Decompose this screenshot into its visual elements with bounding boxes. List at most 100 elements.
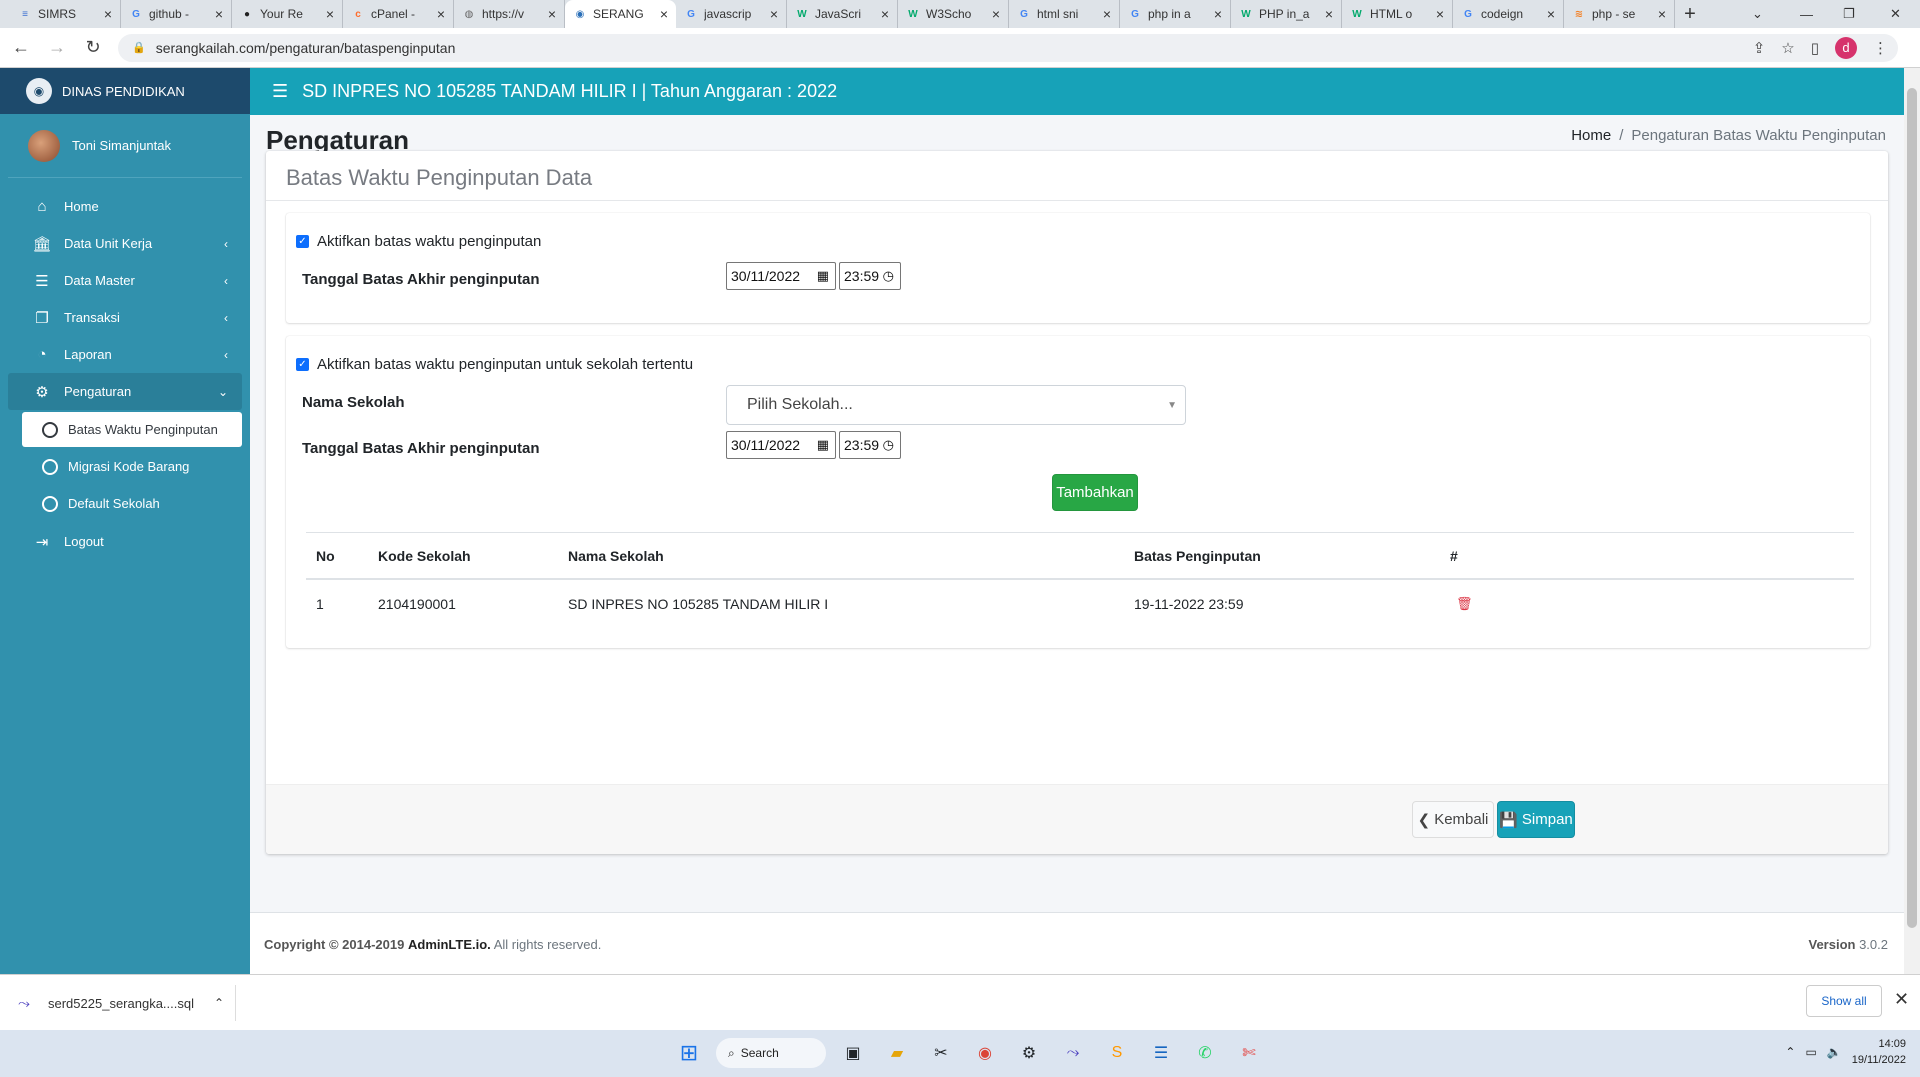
new-tab-button[interactable]: + — [1675, 0, 1705, 28]
clock-icon[interactable]: ◷ — [883, 268, 894, 284]
sidebar-item-pengaturan[interactable]: ⚙ Pengaturan ⌄ — [8, 373, 242, 410]
brand-link[interactable]: ◉ DINAS PENDIDIKAN — [0, 68, 250, 114]
browser-tab[interactable]: ≋ php - se × — [1564, 0, 1675, 28]
tab-close-icon[interactable]: × — [770, 6, 778, 22]
browser-tab[interactable]: ◉ SERANG × — [565, 0, 676, 28]
snipping-tool-icon[interactable]: ✄ — [1232, 1036, 1266, 1070]
tab-close-icon[interactable]: × — [1103, 6, 1111, 22]
browser-tab[interactable]: ≡ SIMRS × — [10, 0, 121, 28]
calendar-icon[interactable]: ▦ — [817, 437, 829, 453]
browser-tab[interactable]: Ghtml sni × — [1009, 0, 1120, 28]
minimize-icon[interactable]: — — [1800, 0, 1813, 28]
global-date-input[interactable]: 30/11/2022 ▦ — [726, 262, 836, 290]
network-app-icon[interactable]: ⚙ — [1012, 1036, 1046, 1070]
tools-app-icon[interactable]: ✂ — [924, 1036, 958, 1070]
whatsapp-icon[interactable]: ✆ — [1188, 1036, 1222, 1070]
hamburger-menu-icon[interactable]: ☰ — [272, 81, 288, 102]
tab-close-icon[interactable]: × — [548, 6, 556, 22]
windows-start-icon[interactable]: ⊞ — [672, 1036, 706, 1070]
tab-close-icon[interactable]: × — [1436, 6, 1444, 22]
chevron-up-icon[interactable]: ⌃ — [1785, 1045, 1795, 1059]
school-select[interactable]: Pilih Sekolah... ▼ — [726, 385, 1186, 425]
scrollbar-thumb[interactable] — [1907, 88, 1917, 928]
display-icon[interactable]: ▭ — [1805, 1045, 1816, 1059]
chrome-icon[interactable]: ◉ — [968, 1036, 1002, 1070]
tab-close-icon[interactable]: × — [992, 6, 1000, 22]
browser-tab[interactable]: Gjavascrip × — [676, 0, 787, 28]
forward-icon[interactable]: → — [42, 33, 72, 63]
tab-close-icon[interactable]: × — [660, 6, 668, 22]
sidebar-item-transaksi[interactable]: ❐ Transaksi ‹ — [8, 299, 242, 336]
volume-icon[interactable]: 🔈 — [1827, 1045, 1842, 1059]
browser-tab[interactable]: W HTML o × — [1342, 0, 1453, 28]
tab-close-icon[interactable]: × — [437, 6, 445, 22]
browser-menu-icon[interactable]: ⋮ — [1873, 39, 1888, 57]
download-item[interactable]: ⤳ serd5225_serangka....sql ⌃ — [14, 985, 236, 1021]
bookmark-star-icon[interactable]: ☆ — [1781, 39, 1794, 57]
close-download-bar-icon[interactable]: ✕ — [1894, 989, 1909, 1010]
breadcrumb-home-link[interactable]: Home — [1571, 127, 1611, 144]
tab-close-icon[interactable]: × — [881, 6, 889, 22]
browser-tab[interactable]: Ggithub - × — [121, 0, 232, 28]
user-name[interactable]: Toni Simanjuntak — [72, 138, 171, 153]
school-deadline-checkbox[interactable]: ✓ — [296, 358, 309, 371]
global-deadline-checkbox[interactable]: ✓ — [296, 235, 309, 248]
restore-icon[interactable]: ❐ — [1843, 0, 1855, 28]
global-time-input[interactable]: 23:59 ◷ — [839, 262, 901, 290]
browser-tab[interactable]: Gphp in a × — [1120, 0, 1231, 28]
tab-close-icon[interactable]: × — [1214, 6, 1222, 22]
tab-close-icon[interactable]: × — [1658, 6, 1666, 22]
add-button[interactable]: Tambahkan — [1052, 474, 1138, 511]
browser-tab[interactable]: ● Your Re × — [232, 0, 343, 28]
sidebar-subitem-batas-waktu-penginputan[interactable]: Batas Waktu Penginputan — [22, 412, 242, 447]
global-deadline-checkbox-row[interactable]: ✓ Aktifkan batas waktu penginputan — [296, 233, 541, 250]
clock[interactable]: 14:09 19/11/2022 — [1852, 1036, 1906, 1068]
profile-avatar[interactable]: d — [1835, 36, 1857, 59]
school-deadline-checkbox-row[interactable]: ✓ Aktifkan batas waktu penginputan untuk… — [296, 356, 693, 373]
sidebar-subitem-default-sekolah[interactable]: Default Sekolah — [22, 486, 242, 521]
share-icon[interactable]: ⇪ — [1753, 39, 1766, 57]
clock-icon[interactable]: ◷ — [883, 437, 894, 453]
taskbar-search[interactable]: ⌕ Search — [716, 1038, 826, 1068]
show-all-button[interactable]: Show all — [1806, 985, 1882, 1017]
lock-icon[interactable]: 🔒 — [132, 41, 146, 54]
close-window-icon[interactable]: ✕ — [1890, 0, 1901, 28]
user-panel[interactable]: Toni Simanjuntak — [8, 114, 242, 178]
back-icon[interactable]: ← — [6, 33, 36, 63]
sidebar-item-home[interactable]: ⌂ Home — [8, 188, 242, 225]
calendar-icon[interactable]: ▦ — [817, 268, 829, 284]
sublime-text-icon[interactable]: S — [1100, 1036, 1134, 1070]
sidebar-subitem-migrasi-kode-barang[interactable]: Migrasi Kode Barang — [22, 449, 242, 484]
sidebar-item-data-master[interactable]: ☰ Data Master ‹ — [8, 262, 242, 299]
browser-tab[interactable]: W W3Scho × — [898, 0, 1009, 28]
trash-icon[interactable]: 🗑 — [1456, 596, 1473, 612]
tab-search-icon[interactable]: ⌄ — [1752, 0, 1763, 28]
tab-close-icon[interactable]: × — [1547, 6, 1555, 22]
database-app-icon[interactable]: ⤳ — [1056, 1036, 1090, 1070]
browser-tab[interactable]: c cPanel - × — [343, 0, 454, 28]
school-date-input[interactable]: 30/11/2022 ▦ — [726, 431, 836, 459]
save-button[interactable]: 💾 Simpan — [1497, 801, 1575, 838]
browser-tab[interactable]: ◍ https://v × — [454, 0, 565, 28]
back-button[interactable]: ❮ Kembali — [1412, 801, 1494, 838]
tab-close-icon[interactable]: × — [104, 6, 112, 22]
tab-close-icon[interactable]: × — [326, 6, 334, 22]
copyright-brand-link[interactable]: AdminLTE.io. — [408, 937, 491, 952]
chevron-up-icon[interactable]: ⌃ — [214, 996, 224, 1010]
sidebar-item-logout[interactable]: ⇥ Logout — [8, 523, 242, 560]
browser-tab[interactable]: W JavaScri × — [787, 0, 898, 28]
delete-row-button[interactable]: 🗑 — [1456, 580, 1473, 628]
global-deadline-checkbox-label[interactable]: Aktifkan batas waktu penginputan — [317, 233, 541, 250]
task-view-icon[interactable]: ▣ — [836, 1036, 870, 1070]
tab-close-icon[interactable]: × — [1325, 6, 1333, 22]
side-panel-icon[interactable]: ▯ — [1811, 39, 1819, 57]
school-time-input[interactable]: 23:59 ◷ — [839, 431, 901, 459]
file-explorer-icon[interactable]: ▰ — [880, 1036, 914, 1070]
reload-icon[interactable]: ↻ — [78, 33, 108, 63]
sidebar-item-data-unit-kerja[interactable]: 🏛 Data Unit Kerja ‹ — [8, 225, 242, 262]
school-deadline-checkbox-label[interactable]: Aktifkan batas waktu penginputan untuk s… — [317, 356, 693, 373]
notes-app-icon[interactable]: ☰ — [1144, 1036, 1178, 1070]
page-scrollbar[interactable] — [1904, 68, 1920, 974]
browser-tab[interactable]: W PHP in_a × — [1231, 0, 1342, 28]
sidebar-item-laporan[interactable]: ◔ Laporan ‹ — [8, 336, 242, 373]
